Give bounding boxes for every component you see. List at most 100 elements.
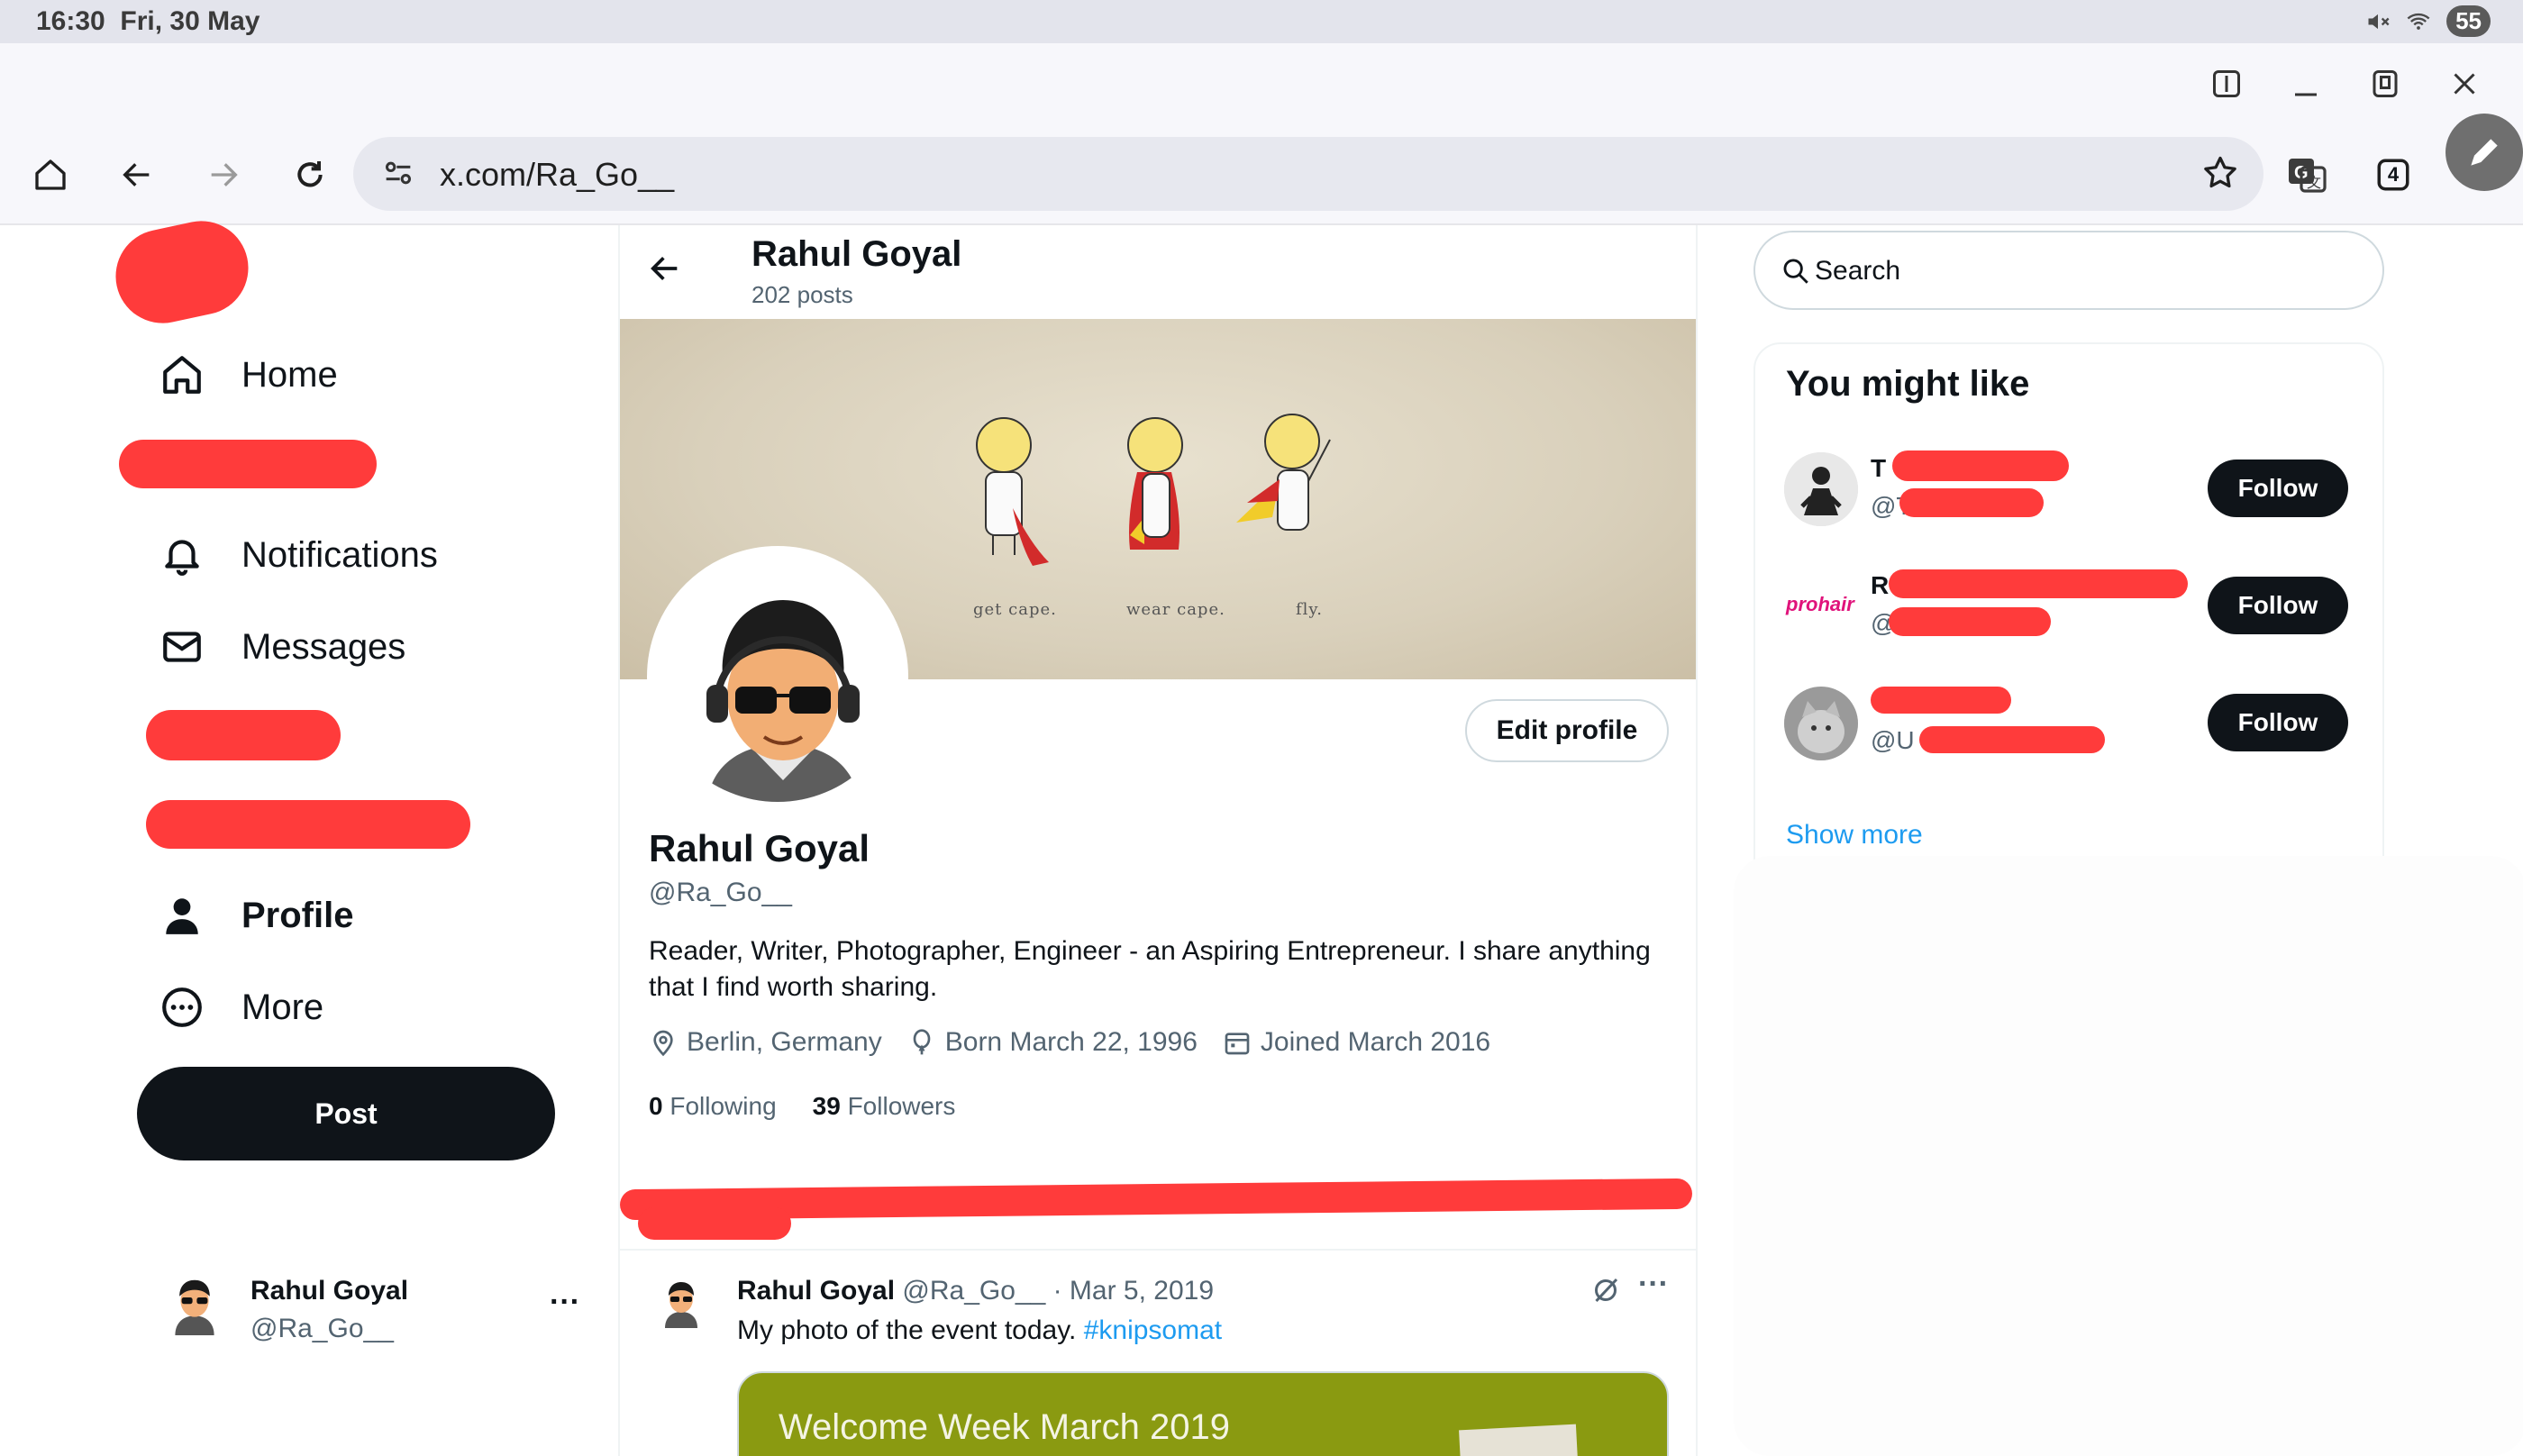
tweet-author[interactable]: Rahul Goyal [737, 1276, 895, 1306]
who-to-follow-panel: You might like T @T Follow prohair R @R … [1753, 342, 2384, 887]
media-title: Welcome Week March 2019 [779, 1407, 1230, 1447]
avatar-illustration [652, 551, 903, 802]
profile-handle: @Ra_Go__ [649, 878, 792, 907]
pencil-icon [2471, 139, 2498, 166]
join-date: Joined March 2016 [1223, 1027, 1490, 1058]
redaction-mark [1889, 569, 2188, 598]
calendar-icon [1225, 1033, 1250, 1055]
redaction-mark [119, 440, 377, 488]
avatar: prohair [1784, 569, 1858, 643]
suggestion-handle: @U [1871, 726, 1915, 754]
account-handle: @Ra_Go__ [250, 1314, 394, 1343]
banner-caption: fly. [1296, 600, 1323, 619]
mute-icon [2368, 14, 2390, 29]
follow-button[interactable]: Follow [2208, 694, 2348, 751]
home-browser-icon[interactable] [25, 150, 76, 200]
banner-caption: wear cape. [1126, 600, 1225, 619]
avatar [1784, 452, 1858, 526]
left-navigation: Home Notifications Messages Profile More… [0, 212, 618, 1456]
status-time: 16:30 Fri, 30 May [36, 6, 260, 36]
minimize-icon[interactable] [2285, 63, 2327, 105]
follow-stats: 0 Following 39 Followers [649, 1092, 955, 1121]
translate-icon[interactable]: G文 [2282, 150, 2332, 200]
browser-toolbar: x.com/Ra_Go__ G文 4 [0, 124, 2523, 225]
profile-avatar[interactable] [647, 546, 908, 807]
hashtag-link[interactable]: #knipsomat [1084, 1315, 1222, 1345]
suggestion-row[interactable]: @U Follow [1784, 683, 2361, 764]
close-window-icon[interactable] [2444, 63, 2485, 105]
profile-meta: Berlin, Germany Born March 22, 1996 Join… [649, 1027, 1490, 1058]
profile-column: Rahul Goyal 202 posts get cape. wear cap… [618, 225, 1698, 1456]
redaction-mark [106, 212, 258, 332]
back-arrow-icon[interactable] [647, 250, 683, 291]
followers-link[interactable]: 39 Followers [813, 1092, 956, 1121]
birthday: Born March 22, 1996 [907, 1027, 1198, 1058]
following-link[interactable]: 0 Following [649, 1092, 777, 1121]
balloon-icon [913, 1029, 931, 1055]
right-sidebar: Search You might like T @T Follow prohai… [1698, 225, 2523, 1456]
redaction-mark [1889, 607, 2051, 636]
suggestion-name: T [1871, 454, 1887, 482]
avatar [1784, 687, 1858, 760]
wifi-icon [2407, 13, 2430, 30]
tweet-meta: @Ra_Go__ · Mar 5, 2019 [902, 1276, 1215, 1306]
profile-name: Rahul Goyal [649, 827, 870, 869]
battery-badge: 55 [2446, 5, 2491, 37]
tweet[interactable]: Rahul Goyal @Ra_Go__ · Mar 5, 2019 My ph… [620, 1251, 1696, 1456]
search-icon [1783, 259, 1808, 284]
reload-icon[interactable] [285, 150, 335, 200]
url-text[interactable]: x.com/Ra_Go__ [440, 156, 674, 194]
edit-pencil-fab[interactable] [2446, 114, 2523, 191]
person-icon [159, 892, 205, 939]
status-icons: 55 [2365, 5, 2491, 37]
redaction-mark [1871, 687, 2011, 714]
tab-switcher-button[interactable]: 4 [2368, 150, 2418, 200]
bell-icon [159, 532, 205, 578]
tweet-more-icon[interactable]: ··· [1638, 1267, 1669, 1302]
media-photo-edge [1459, 1424, 1578, 1456]
tweet-media[interactable]: Welcome Week March 2019 [737, 1371, 1669, 1456]
location: Berlin, Germany [649, 1027, 882, 1058]
post-button[interactable]: Post [137, 1067, 555, 1160]
redaction-mark [146, 710, 341, 760]
restore-icon[interactable] [2364, 63, 2406, 105]
search-input[interactable]: Search [1753, 231, 2384, 310]
redaction-mark [1919, 726, 2105, 753]
redaction-mark [638, 1207, 791, 1240]
redaction-mark [1892, 450, 2069, 481]
suggestion-row[interactable]: T @T Follow [1784, 449, 2361, 530]
suggestion-row[interactable]: prohair R @R Follow [1784, 566, 2361, 647]
whiteout-mark [1734, 856, 2523, 1456]
avatar [654, 1274, 708, 1328]
tab-count: 4 [2387, 163, 2400, 186]
site-settings-icon[interactable] [380, 155, 416, 191]
panel-title: You might like [1786, 364, 2030, 404]
search-placeholder: Search [1815, 256, 1901, 286]
window-bar [0, 43, 2523, 124]
brand-logo: prohair [1786, 593, 1854, 615]
header-post-count: 202 posts [751, 281, 853, 308]
forward-icon[interactable] [198, 150, 249, 200]
profile-bio: Reader, Writer, Photographer, Engineer -… [649, 936, 1651, 1002]
account-more-icon[interactable]: ··· [550, 1285, 580, 1320]
show-more-link[interactable]: Show more [1786, 820, 1923, 851]
header-name: Rahul Goyal [751, 234, 962, 274]
tweet-text: My photo of the event today. #knipsomat [737, 1315, 1223, 1345]
banner-caption: get cape. [973, 600, 1057, 619]
account-name: Rahul Goyal [250, 1276, 409, 1306]
tweet-header: Rahul Goyal @Ra_Go__ · Mar 5, 2019 [737, 1276, 1214, 1306]
address-bar[interactable]: x.com/Ra_Go__ [353, 137, 2263, 211]
suggestion-name: R [1871, 571, 1890, 599]
split-view-icon[interactable] [2206, 63, 2247, 105]
avatar [162, 1270, 227, 1335]
grok-icon[interactable] [1589, 1274, 1622, 1306]
location-pin-icon [653, 1030, 673, 1057]
follow-button[interactable]: Follow [2208, 577, 2348, 634]
account-switcher[interactable]: Rahul Goyal @Ra_Go__ ··· [162, 1270, 586, 1360]
status-bar: 16:30 Fri, 30 May 55 [0, 0, 2523, 43]
bookmark-star-icon[interactable] [2200, 153, 2240, 193]
follow-button[interactable]: Follow [2208, 460, 2348, 517]
back-icon[interactable] [112, 150, 162, 200]
edit-profile-button[interactable]: Edit profile [1465, 699, 1669, 762]
redaction-mark [146, 800, 470, 849]
